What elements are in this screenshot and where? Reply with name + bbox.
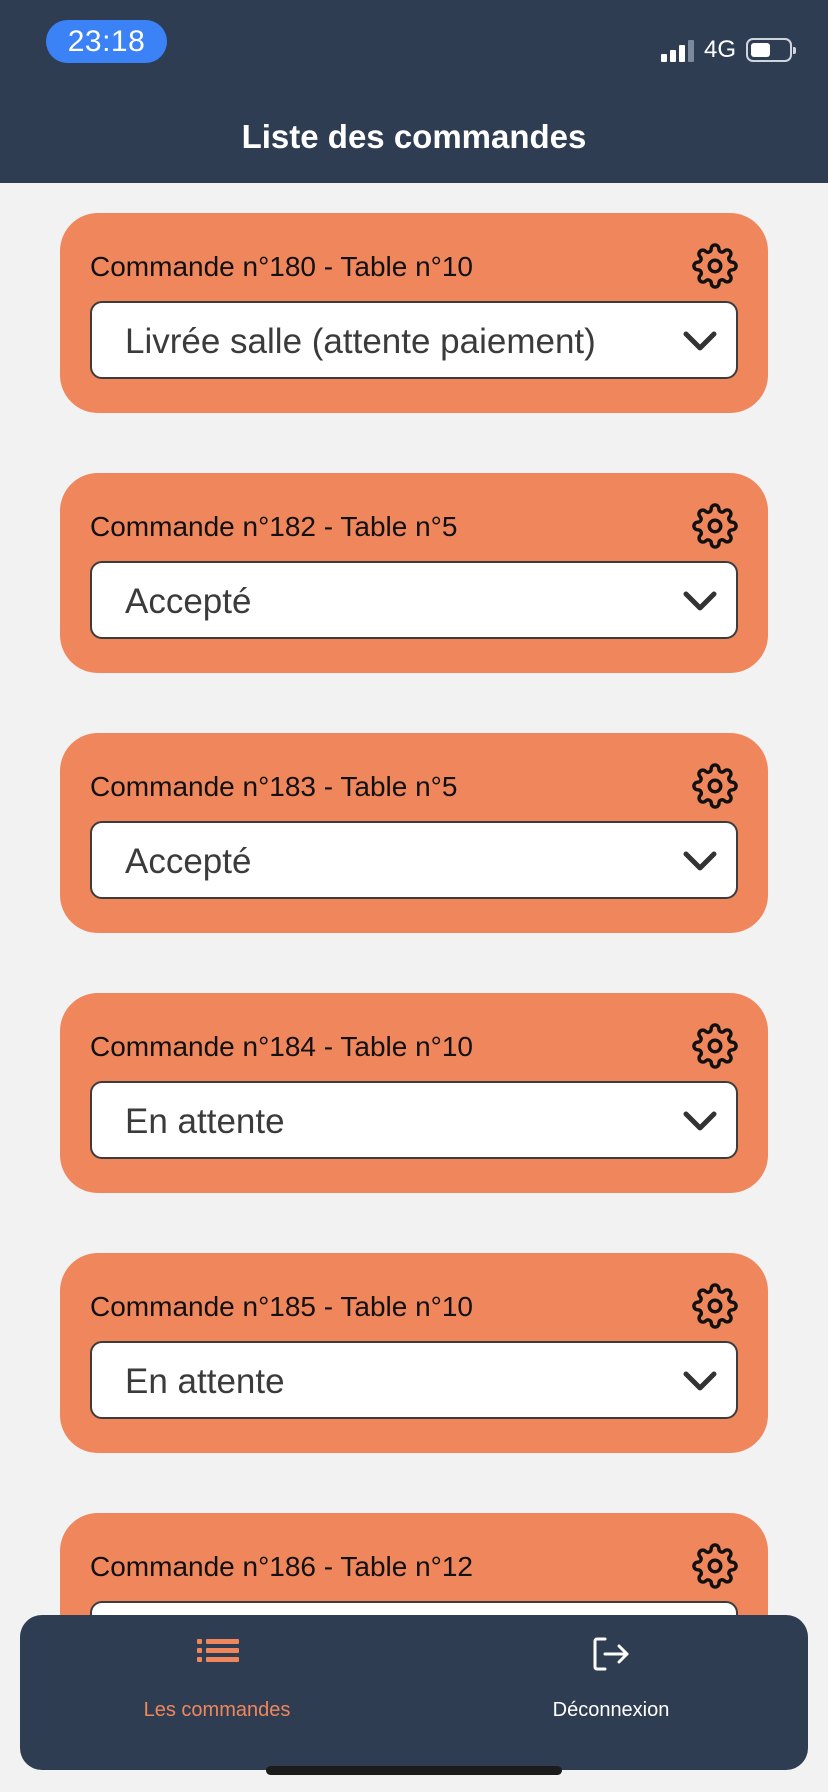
order-title: Commande n°184 - Table n°10 — [90, 1031, 474, 1062]
status-value: En attente — [125, 1102, 285, 1141]
list-icon — [197, 1639, 239, 1662]
order-card: Commande n°184 - Table n°10 En attente — [60, 993, 768, 1193]
status-value: En attente — [125, 1362, 285, 1401]
chevron-down-icon — [683, 1111, 717, 1131]
status-value: Accepté — [125, 842, 252, 881]
chevron-down-icon — [683, 851, 717, 871]
network-type: 4G — [703, 36, 736, 63]
order-title: Commande n°186 - Table n°12 — [90, 1551, 474, 1582]
home-indicator — [266, 1766, 562, 1775]
order-title: Commande n°185 - Table n°10 — [90, 1291, 474, 1322]
battery-icon — [746, 38, 796, 62]
nav-item-deconnexion[interactable]: Déconnexion — [414, 1615, 808, 1770]
page-title: Liste des commandes — [241, 118, 587, 155]
signal-icon — [660, 38, 694, 62]
chevron-down-icon — [683, 331, 717, 351]
status-select[interactable]: En attente — [90, 1081, 738, 1159]
nav-item-commandes[interactable]: Les commandes — [20, 1615, 414, 1770]
order-card: Commande n°183 - Table n°5 Accepté — [60, 733, 768, 933]
order-title: Commande n°180 - Table n°10 — [90, 251, 474, 282]
nav-label: Déconnexion — [552, 1699, 670, 1721]
status-value: Livrée salle (attente paiement) — [125, 322, 596, 361]
order-title: Commande n°182 - Table n°5 — [90, 511, 458, 542]
order-card: Commande n°185 - Table n°10 En attente — [60, 1253, 768, 1453]
status-select[interactable]: En attente — [90, 1341, 738, 1419]
screen: 23:18 4G Liste des commandes Commande n°… — [0, 0, 828, 1792]
header: 23:18 4G Liste des commandes — [0, 0, 828, 183]
bottom-nav: Les commandes Déconnexion — [20, 1615, 808, 1770]
order-title: Commande n°183 - Table n°5 — [90, 771, 458, 802]
nav-label: Les commandes — [143, 1699, 291, 1721]
status-select[interactable]: Accepté — [90, 561, 738, 639]
gear-icon[interactable] — [692, 243, 738, 289]
chevron-down-icon — [683, 1371, 717, 1391]
gear-icon[interactable] — [692, 1283, 738, 1329]
status-icons: 4G — [660, 36, 796, 64]
status-select[interactable]: Livrée salle (attente paiement) — [90, 301, 738, 379]
status-select[interactable]: Accepté — [90, 821, 738, 899]
gear-icon[interactable] — [692, 503, 738, 549]
status-time: 23:18 — [46, 20, 167, 63]
order-card: Commande n°182 - Table n°5 Accepté — [60, 473, 768, 673]
logout-icon — [593, 1637, 629, 1671]
gear-icon[interactable] — [692, 1543, 738, 1589]
chevron-down-icon — [683, 591, 717, 611]
gear-icon[interactable] — [692, 1023, 738, 1069]
order-card: Commande n°180 - Table n°10 Livrée salle… — [60, 213, 768, 413]
gear-icon[interactable] — [692, 763, 738, 809]
status-value: Accepté — [125, 582, 252, 621]
